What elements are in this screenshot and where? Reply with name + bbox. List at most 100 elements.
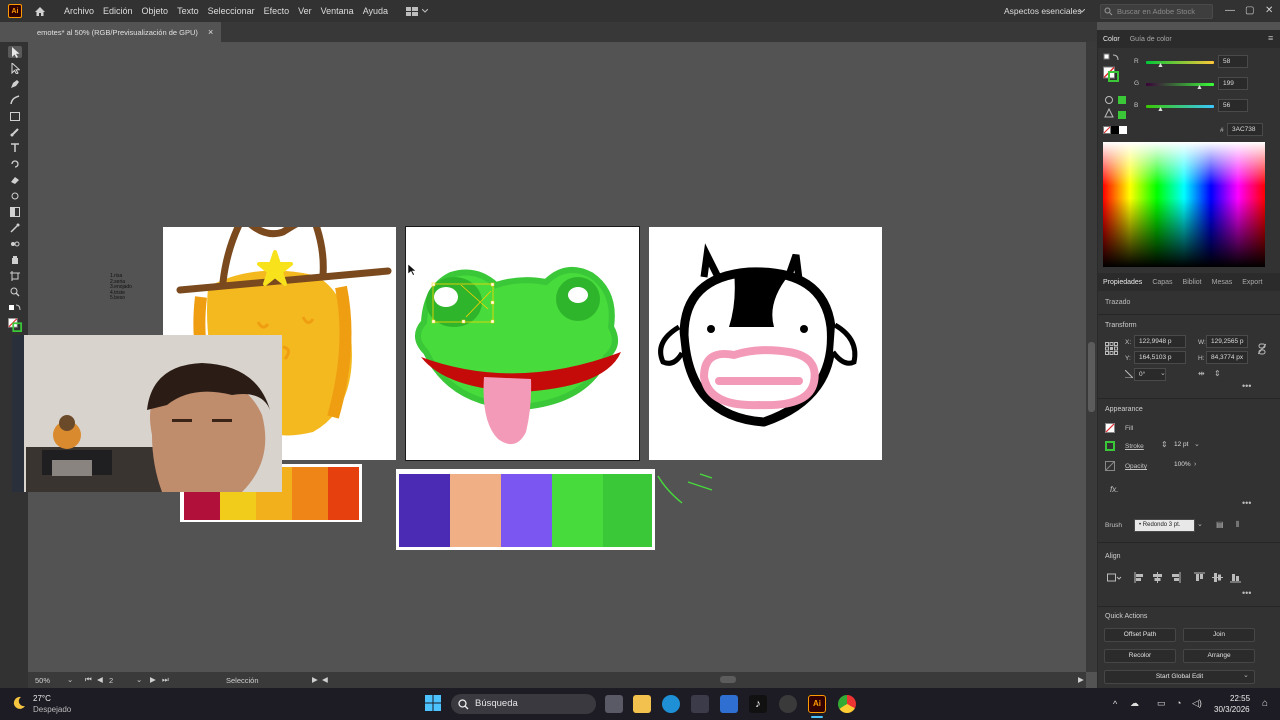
link-icon[interactable] <box>1258 343 1266 355</box>
volume-icon[interactable]: ◁) <box>1192 698 1202 709</box>
vertical-scrollbar[interactable] <box>1086 42 1097 672</box>
workspace-switcher[interactable]: Aspectos esenciales <box>1004 6 1082 16</box>
stepper-icon[interactable]: ⇕ <box>1161 440 1168 449</box>
file-explorer-icon[interactable] <box>633 695 651 713</box>
more-options-icon[interactable]: ••• <box>1242 588 1251 598</box>
curvature-tool-icon[interactable] <box>8 94 22 106</box>
artboard-number[interactable]: 2 <box>109 676 113 685</box>
close-window-icon[interactable]: ✕ <box>1265 5 1273 16</box>
none-black-white-swatches[interactable] <box>1103 126 1127 134</box>
menu-texto[interactable]: Texto <box>177 6 199 16</box>
windows-start-icon[interactable] <box>425 695 441 711</box>
symbol-sprayer-tool-icon[interactable] <box>8 254 22 266</box>
chevron-down-icon[interactable]: ⌄ <box>136 675 142 684</box>
web-safe-swatch[interactable] <box>1118 111 1126 119</box>
blend-tool-icon[interactable] <box>8 238 22 250</box>
panel-menu-icon[interactable]: ≡ <box>1268 33 1273 43</box>
previous-artboard-icon[interactable]: ◀ <box>97 675 103 684</box>
fx-button[interactable]: fx. <box>1110 485 1118 494</box>
horizontal-scroll-thumb[interactable] <box>720 676 736 683</box>
menu-ayuda[interactable]: Ayuda <box>363 6 388 16</box>
color-fill-stroke-swatch[interactable] <box>1103 53 1121 83</box>
recolor-button[interactable]: Recolor <box>1104 649 1176 663</box>
stroke-color-icon[interactable] <box>1105 441 1115 451</box>
illustrator-taskbar-icon[interactable]: Ai <box>808 695 826 713</box>
slider-handle-icon[interactable]: ▲ <box>1157 62 1164 69</box>
more-options-icon[interactable]: ••• <box>1242 498 1251 508</box>
clock-date[interactable]: 30/3/2026 <box>1214 705 1250 714</box>
red-value[interactable]: 58 <box>1218 55 1248 68</box>
tab-layers[interactable]: Capas <box>1147 279 1177 286</box>
flip-horizontal-icon[interactable]: ⇹ <box>1198 369 1205 378</box>
width-field[interactable]: 129,2565 p <box>1206 335 1248 348</box>
palette-swatch[interactable] <box>399 474 450 547</box>
palette-swatch[interactable] <box>328 467 359 520</box>
x-position-field[interactable]: 122,9948 p <box>1134 335 1186 348</box>
close-tab-icon[interactable]: × <box>208 27 213 37</box>
fill-none-icon[interactable] <box>1105 423 1115 433</box>
green-value[interactable]: 199 <box>1218 77 1248 90</box>
tab-libraries[interactable]: Bibliot <box>1178 279 1207 286</box>
opacity-label[interactable]: Opacity <box>1125 463 1147 470</box>
edge-browser-icon[interactable] <box>662 695 680 713</box>
next-artboard-icon[interactable]: ▶ <box>150 675 156 684</box>
zoom-tool-icon[interactable] <box>8 286 22 298</box>
first-artboard-icon[interactable]: ⏮ <box>85 675 92 685</box>
tab-export[interactable]: Export <box>1237 279 1267 286</box>
palette-swatch[interactable] <box>603 474 652 547</box>
gradient-tool-icon[interactable] <box>8 206 22 218</box>
mail-icon[interactable] <box>720 695 738 713</box>
chevron-down-icon[interactable]: ⌄ <box>1243 671 1249 679</box>
notifications-icon[interactable]: ⌂ <box>1262 698 1268 709</box>
chevron-down-icon[interactable]: ⌄ <box>1194 440 1200 448</box>
brush-library-icon[interactable]: ▤ <box>1216 520 1224 529</box>
type-tool-icon[interactable] <box>8 142 22 154</box>
menu-archivo[interactable]: Archivo <box>64 6 94 16</box>
artboard-2[interactable] <box>405 226 640 461</box>
fill-label[interactable]: Fill <box>1125 425 1133 432</box>
cool-palette[interactable] <box>396 469 655 550</box>
maximize-icon[interactable]: ▢ <box>1245 5 1254 16</box>
document-tab[interactable]: emotes* al 50% (RGB/Previsualización de … <box>28 22 221 42</box>
paintbrush-tool-icon[interactable] <box>8 126 22 138</box>
menu-objeto[interactable]: Objeto <box>142 6 169 16</box>
menu-seleccionar[interactable]: Seleccionar <box>208 6 255 16</box>
stock-search-input[interactable]: Buscar en Adobe Stock <box>1100 4 1213 19</box>
brush-options-icon[interactable]: ⫴ <box>1236 520 1239 530</box>
menu-edicion[interactable]: Edición <box>103 6 133 16</box>
palette-swatch[interactable] <box>501 474 552 547</box>
slider-handle-icon[interactable]: ▲ <box>1196 84 1203 91</box>
color-spectrum[interactable] <box>1103 142 1265 267</box>
menu-ventana[interactable]: Ventana <box>321 6 354 16</box>
home-icon[interactable] <box>32 4 48 18</box>
minimize-icon[interactable]: — <box>1225 5 1235 16</box>
eyedropper-tool-icon[interactable] <box>8 222 22 234</box>
align-bottom-icon[interactable] <box>1230 572 1241 583</box>
flip-vertical-icon[interactable]: ⇕ <box>1214 369 1221 378</box>
artboard-3[interactable] <box>649 227 882 460</box>
stroke-label[interactable]: Stroke <box>1125 443 1144 450</box>
slider-handle-icon[interactable]: ▲ <box>1157 106 1164 113</box>
selection-tool-icon[interactable] <box>8 46 22 58</box>
in-gamut-swatch[interactable] <box>1118 96 1126 104</box>
rotate-tool-icon[interactable] <box>8 158 22 170</box>
app-icon[interactable] <box>779 695 797 713</box>
microsoft-store-icon[interactable] <box>691 695 709 713</box>
swap-fill-stroke-icon[interactable] <box>8 302 22 314</box>
weather-temperature[interactable]: 27°C <box>33 694 51 703</box>
chevron-down-icon[interactable]: ⌄ <box>1197 520 1203 528</box>
tiktok-icon[interactable]: ♪ <box>749 695 767 713</box>
eraser-tool-icon[interactable] <box>8 174 22 186</box>
y-position-field[interactable]: 164,5103 p <box>1134 351 1186 364</box>
offset-path-button[interactable]: Offset Path <box>1104 628 1176 642</box>
tab-color[interactable]: Color <box>1098 36 1125 43</box>
rectangle-tool-icon[interactable] <box>8 110 22 122</box>
align-top-icon[interactable] <box>1194 572 1205 583</box>
clock-time[interactable]: 22:55 <box>1230 694 1250 703</box>
blue-value[interactable]: 56 <box>1218 99 1248 112</box>
taskbar-search[interactable]: Búsqueda <box>451 694 596 714</box>
palette-swatch[interactable] <box>292 467 328 520</box>
task-view-icon[interactable] <box>605 695 623 713</box>
pen-tool-icon[interactable] <box>8 78 22 90</box>
chrome-icon[interactable] <box>838 695 856 713</box>
